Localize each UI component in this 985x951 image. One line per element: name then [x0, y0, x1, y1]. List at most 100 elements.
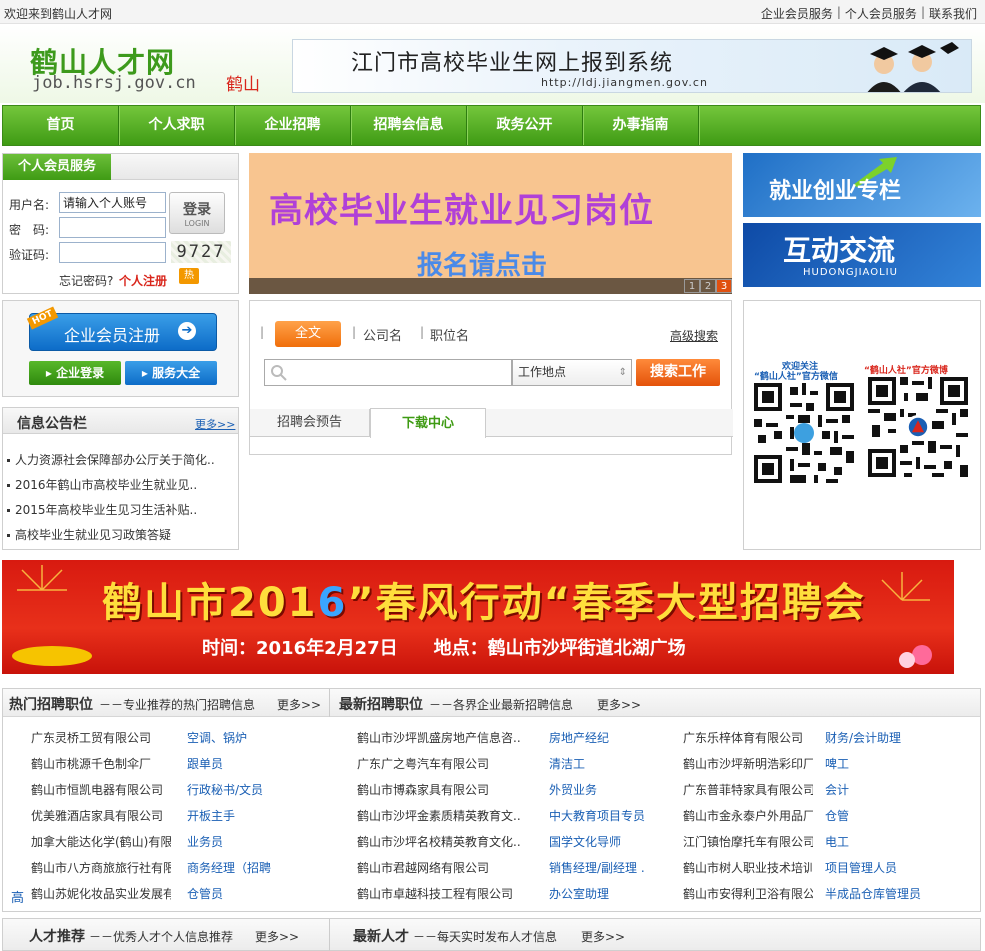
nav-job-fairs[interactable]: 招聘会信息 — [351, 106, 467, 145]
position-link[interactable]: 销售经理/副经理 . — [549, 858, 659, 878]
position-link[interactable]: 办公室助理 — [549, 884, 659, 904]
company-link[interactable]: 广东乐梓体育有限公司 — [683, 728, 813, 748]
job-row: 鹤山市君越网络有限公司 销售经理/副经理 . — [343, 858, 663, 878]
position-link[interactable]: 跟单员 — [187, 754, 297, 774]
tab-download-center[interactable]: 下载中心 — [370, 408, 486, 438]
advanced-search-link[interactable]: 高级搜索 — [670, 327, 718, 344]
top-bar: 欢迎来到鹤山人才网 企业会员服务 | 个人会员服务 | 联系我们 — [0, 0, 985, 24]
position-link[interactable]: 行政秘书/文员 — [187, 780, 297, 800]
position-link[interactable]: 中大教育项目专员 — [549, 806, 659, 826]
company-link[interactable]: 鹤山苏妮化妆品实业发展有限.. — [31, 884, 171, 904]
position-link[interactable]: 空调、锅炉 — [187, 728, 297, 748]
position-link[interactable]: 房地产经纪 — [549, 728, 659, 748]
company-link[interactable]: 鹤山市恒凯电器有限公司 — [31, 780, 171, 800]
chevron-updown-icon: ⇕ — [618, 367, 627, 378]
company-link[interactable]: 鹤山市君越网络有限公司 — [357, 858, 525, 878]
position-link[interactable]: 仓管 — [825, 806, 935, 826]
company-link[interactable]: 鹤山市八方商旅旅行社有限公.. — [31, 858, 171, 878]
internship-slider[interactable]: 高校毕业生就业见习岗位 报名请点击 1 2 3 — [249, 153, 732, 294]
nav-guide[interactable]: 办事指南 — [583, 106, 699, 145]
company-link[interactable]: 广东普菲特家具有限公司 — [683, 780, 813, 800]
position-link[interactable]: 外贸业务 — [549, 780, 659, 800]
enterprise-login-button[interactable]: ▸ 企业登录 — [29, 361, 121, 385]
position-link[interactable]: 国学文化导师 — [549, 832, 659, 852]
company-link[interactable]: 鹤山市金永泰户外用品厂 — [683, 806, 813, 826]
company-link[interactable]: 鹤山市桃源千色制伞厂 — [31, 754, 171, 774]
new-talent-more-link[interactable]: 更多>> — [581, 928, 625, 945]
company-link[interactable]: 江门镇怡摩托车有限公司1 — [683, 832, 813, 852]
location-select[interactable]: 工作地点 ⇕ — [512, 359, 632, 386]
slide-page-3[interactable]: 3 — [716, 279, 732, 293]
notice-more-link[interactable]: 更多>> — [195, 416, 235, 432]
company-link[interactable]: 鹤山市沙坪新明浩彩印厂 — [683, 754, 813, 774]
contact-link[interactable]: 联系我们 — [929, 5, 977, 22]
position-link[interactable]: 电工 — [825, 832, 935, 852]
enterprise-service-link[interactable]: 企业会员服务 — [761, 5, 833, 22]
job-row: 鹤山市金永泰户外用品厂 仓管 — [669, 806, 985, 826]
panel-header: 个人会员服务 — [3, 154, 238, 180]
search-tab-company[interactable]: 公司名 — [363, 325, 402, 344]
position-link[interactable]: 清洁工 — [549, 754, 659, 774]
company-link[interactable]: 广东灵桥工贸有限公司 — [31, 728, 171, 748]
personal-login-panel: 个人会员服务 用户名: 密 码: 验证码: 登录 LOGIN 9727 忘记密码… — [2, 153, 239, 294]
graduate-report-banner[interactable]: 江门市高校毕业生网上报到系统 http://ldj.jiangmen.gov.c… — [292, 39, 972, 93]
search-jobs-button[interactable]: 搜索工作 — [636, 359, 720, 386]
nav-home[interactable]: 首页 — [3, 106, 119, 145]
spring-job-fair-banner[interactable]: 鹤山市2016”春风行动“春季大型招聘会 时间：2016年2月27日 地点：鹤山… — [2, 560, 954, 674]
position-link[interactable]: 财务/会计助理 — [825, 728, 935, 748]
forgot-password-link[interactable]: 忘记密码? — [59, 272, 113, 289]
company-link[interactable]: 鹤山市树人职业技术培训学校 — [683, 858, 813, 878]
jobs-grid: 广东灵桥工贸有限公司 空调、锅炉 鹤山市桃源千色制伞厂 跟单员 鹤山市恒凯电器有限公司行… — [3, 728, 982, 908]
company-link[interactable]: 鹤山市沙坪名校精英教育文化.. — [357, 832, 525, 852]
new-jobs-more-link[interactable]: 更多>> — [597, 696, 641, 713]
position-link[interactable]: 开板主手 — [187, 806, 297, 826]
nav-job-seeking[interactable]: 个人求职 — [119, 106, 235, 145]
interaction-banner[interactable]: 互动交流 HUDONGJIAOLIU — [743, 223, 981, 287]
company-link[interactable]: 优美雅酒店家具有限公司 — [31, 806, 171, 826]
company-link[interactable]: 鹤山市博森家具有限公司 — [357, 780, 525, 800]
personal-service-link[interactable]: 个人会员服务 — [845, 5, 917, 22]
hot-jobs-more-link[interactable]: 更多>> — [277, 696, 321, 713]
job-search-panel: | 全文 | 公司名 | 职位名 高级搜索 工作地点 ⇕ 搜索工作 招聘会预告 … — [249, 300, 733, 455]
username-input[interactable] — [59, 192, 166, 213]
login-button[interactable]: 登录 LOGIN — [169, 192, 225, 234]
search-tab-all[interactable]: 全文 — [275, 321, 341, 347]
talent-more-link[interactable]: 更多>> — [255, 928, 299, 945]
nav-recruitment[interactable]: 企业招聘 — [235, 106, 351, 145]
position-link[interactable]: 会计 — [825, 780, 935, 800]
company-link[interactable]: 鹤山市安得利卫浴有限公司 — [683, 884, 813, 904]
position-link[interactable]: 业务员 — [187, 832, 297, 852]
position-link[interactable]: 项目管理人员 — [825, 858, 935, 878]
talent-title: 人才推荐 — [29, 929, 85, 945]
captcha-image[interactable]: 9727 — [171, 241, 231, 263]
company-link[interactable]: 鹤山市沙坪金素质精英教育文.. — [357, 806, 525, 826]
tab-fair-preview[interactable]: 招聘会预告 — [250, 409, 370, 437]
services-button[interactable]: ▸ 服务大全 — [125, 361, 217, 385]
notice-item[interactable]: 2016年鹤山市高校毕业生就业见.. — [3, 473, 238, 498]
position-link[interactable]: 半成品仓库管理员 — [825, 884, 935, 904]
company-link[interactable]: 加拿大能达化学(鹤山)有限.. — [31, 832, 171, 852]
slide-title: 高校毕业生就业见习岗位 — [269, 191, 654, 231]
nav-government[interactable]: 政务公开 — [467, 106, 583, 145]
enterprise-register-button[interactable]: HOT 企业会员注册 ➔ — [26, 306, 217, 351]
search-input[interactable] — [264, 359, 512, 386]
notice-item[interactable]: 2015年高校毕业生见习生活补贴.. — [3, 498, 238, 523]
position-link[interactable]: 商务经理（招聘 — [187, 858, 297, 878]
personal-register-link[interactable]: 个人注册 — [119, 272, 167, 289]
slide-page-1[interactable]: 1 — [684, 279, 700, 293]
banner-url: http://ldj.jiangmen.gov.cn — [541, 76, 708, 89]
employment-entrepreneurship-banner[interactable]: 就业创业专栏 — [743, 153, 981, 217]
company-link[interactable]: 鹤山市卓越科技工程有限公司 — [357, 884, 525, 904]
notice-item[interactable]: 人力资源社会保障部办公厅关于简化.. — [3, 448, 238, 473]
position-link[interactable]: 仓管员 — [187, 884, 297, 904]
captcha-input[interactable] — [59, 242, 166, 263]
password-input[interactable] — [59, 217, 166, 238]
job-row: 鹤山市恒凯电器有限公司 行政秘书/文员 — [17, 780, 337, 800]
slide-page-2[interactable]: 2 — [700, 279, 716, 293]
enterprise-register-label: 企业会员注册 — [64, 326, 161, 345]
company-link[interactable]: 鹤山市沙坪凯盛房地产信息咨.. — [357, 728, 525, 748]
notice-item[interactable]: 高校毕业生就业见习政策答疑 — [3, 523, 238, 548]
company-link[interactable]: 广东广之粤汽车有限公司 — [357, 754, 525, 774]
position-link[interactable]: 啤工 — [825, 754, 935, 774]
search-tab-position[interactable]: 职位名 — [430, 325, 469, 344]
